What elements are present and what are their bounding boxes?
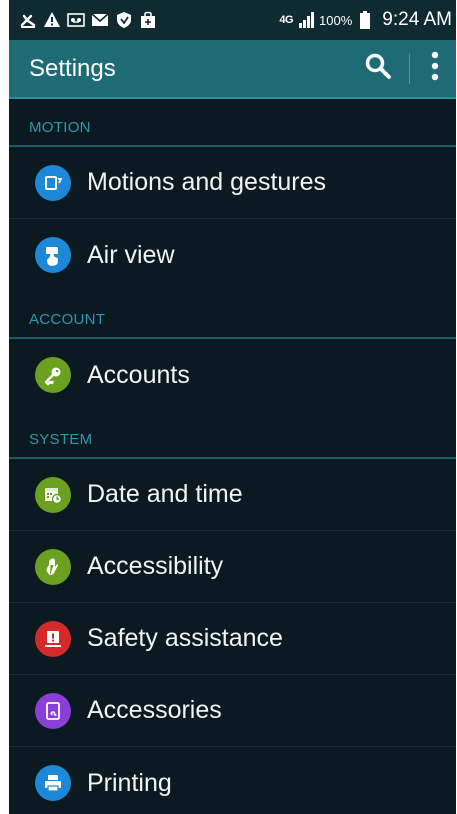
- settings-item-printing[interactable]: Printing: [9, 747, 456, 814]
- more-options-button[interactable]: [418, 46, 452, 92]
- item-label: Accounts: [87, 360, 190, 389]
- status-indicators: 4G 100% 9:24 AM: [279, 9, 456, 31]
- item-label: Date and time: [87, 480, 243, 508]
- section-header-system: SYSTEM: [9, 411, 456, 459]
- air-view-icon: [35, 237, 71, 273]
- motion-icon: [35, 164, 71, 201]
- printer-icon: [35, 765, 71, 801]
- section-header-motion: MOTION: [9, 99, 456, 147]
- settings-item-motions-and-gestures[interactable]: Motions and gestures: [9, 147, 456, 219]
- action-bar: Settings: [9, 40, 456, 99]
- network-type: 4G: [279, 14, 294, 26]
- search-button[interactable]: [355, 46, 401, 92]
- item-label: Air view: [87, 240, 175, 269]
- settings-item-accessibility[interactable]: Accessibility: [9, 531, 456, 603]
- email-icon: [91, 11, 109, 29]
- settings-item-accounts[interactable]: Accounts: [9, 339, 456, 411]
- settings-list: MOTION Motions and gestures Air view ACC…: [9, 99, 456, 814]
- accessory-icon: [35, 692, 71, 729]
- section-header-account: ACCOUNT: [9, 291, 456, 339]
- missed-call-icon: [19, 11, 37, 29]
- item-label: Printing: [87, 768, 172, 797]
- safety-icon: [35, 620, 71, 657]
- item-label: Motions and gestures: [87, 168, 327, 196]
- settings-item-date-and-time[interactable]: Date and time: [9, 459, 456, 531]
- item-label: Accessibility: [87, 552, 224, 580]
- item-label: Accessories: [87, 696, 222, 724]
- key-icon: [35, 357, 71, 393]
- status-bar: 4G 100% 9:24 AM: [9, 0, 456, 40]
- voicemail-icon: [67, 11, 85, 29]
- signal-icon: [297, 11, 315, 29]
- shield-icon: [115, 11, 133, 29]
- settings-item-accessories[interactable]: Accessories: [9, 675, 456, 747]
- shopping-bag-icon: [139, 11, 157, 29]
- item-label: Safety assistance: [87, 624, 283, 652]
- action-bar-actions: [355, 46, 456, 92]
- warning-icon: [43, 11, 61, 29]
- battery-percent: 100%: [319, 12, 353, 28]
- search-icon: [364, 52, 392, 85]
- hand-icon: [35, 548, 71, 585]
- battery-icon: [356, 11, 374, 29]
- settings-item-safety-assistance[interactable]: Safety assistance: [9, 603, 456, 675]
- notification-icons: [9, 11, 157, 29]
- settings-item-air-view[interactable]: Air view: [9, 219, 456, 291]
- more-vert-icon: [431, 51, 439, 86]
- calendar-clock-icon: [35, 476, 71, 513]
- clock: 9:24 AM: [382, 9, 452, 30]
- page-title: Settings: [29, 54, 116, 82]
- action-divider: [409, 53, 410, 84]
- settings-screen: 4G 100% 9:24 AM Settings MOTION Motions …: [9, 0, 456, 814]
